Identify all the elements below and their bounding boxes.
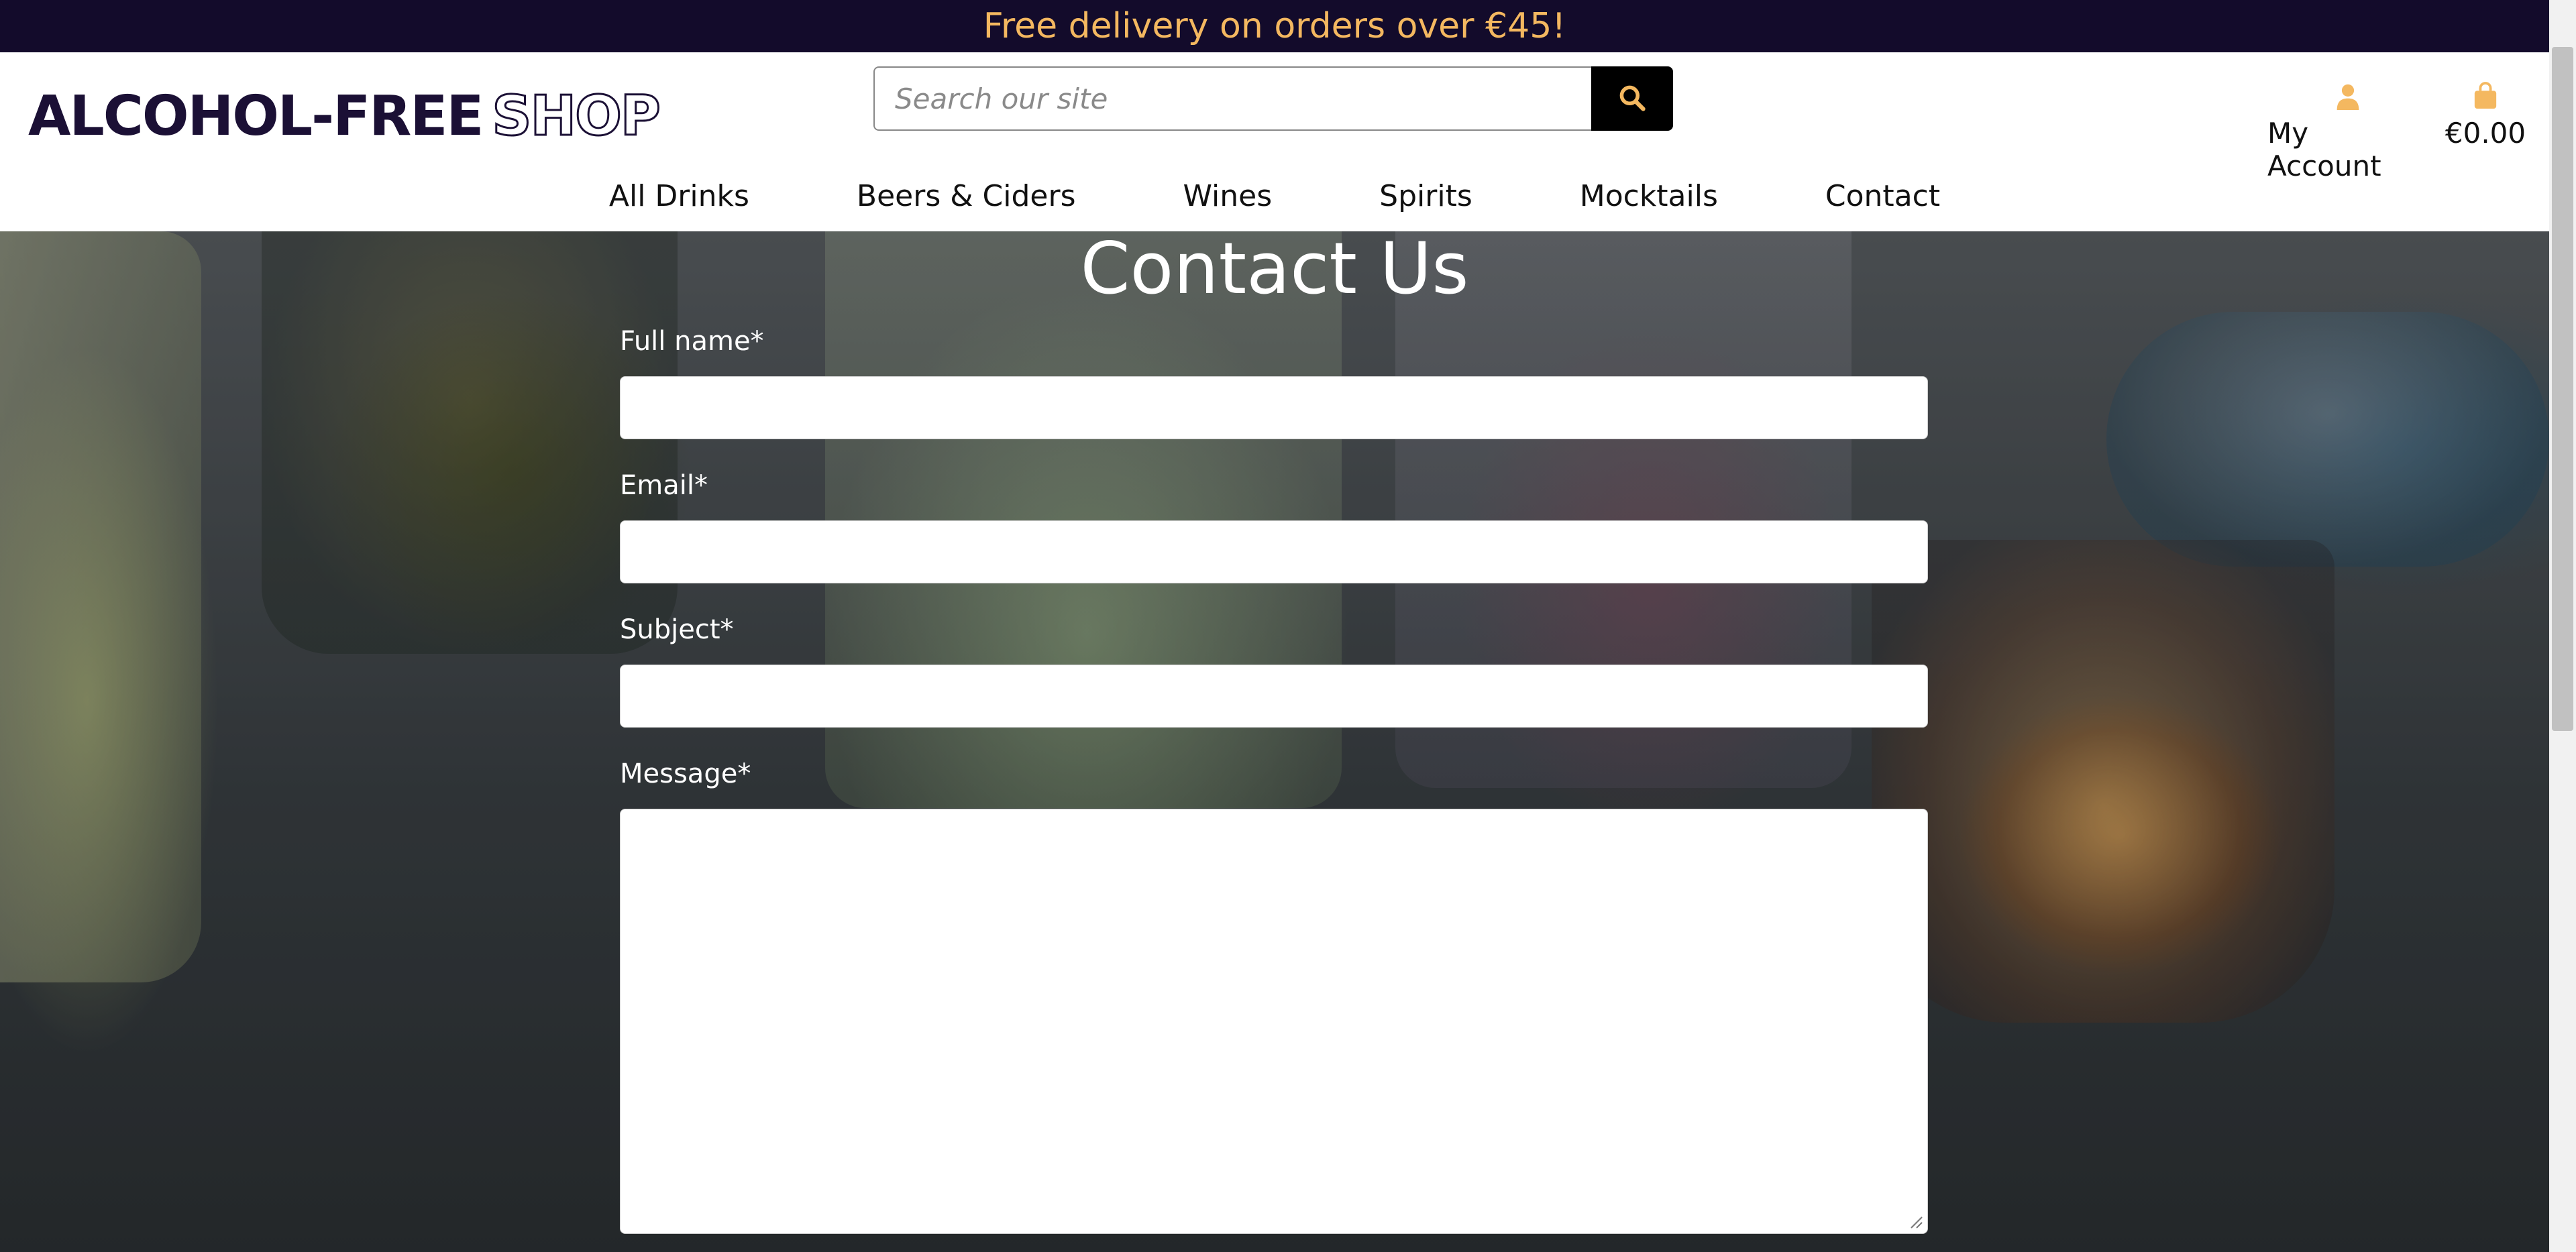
nav-item-beers-ciders[interactable]: Beers & Ciders — [857, 179, 1076, 213]
background-candle — [1872, 540, 2334, 1023]
full-name-field[interactable] — [620, 376, 1928, 439]
site-header: ALCOHOL-FREE SHOP My Account — [0, 52, 2549, 231]
nav-item-all-drinks[interactable]: All Drinks — [609, 179, 749, 213]
cart-link[interactable]: €0.00 — [2442, 76, 2529, 150]
main-nav: All Drinks Beers & Ciders Wines Spirits … — [0, 169, 2549, 223]
search-input[interactable] — [873, 66, 1591, 131]
cart-total: €0.00 — [2445, 117, 2526, 150]
shopping-bag-icon — [2473, 76, 2498, 110]
background-ice-bowl — [2106, 312, 2549, 567]
page-scrollbar[interactable] — [2549, 0, 2576, 1252]
page-title: Contact Us — [1080, 227, 1469, 310]
full-name-label: Full name* — [620, 326, 764, 357]
background-glass-left — [0, 231, 201, 982]
delivery-banner: Free delivery on orders over €45! — [0, 0, 2549, 52]
message-field[interactable] — [620, 809, 1928, 1234]
logo-text-solid: ALCOHOL-FREE — [28, 84, 484, 148]
resize-grip-icon[interactable] — [1907, 1213, 1923, 1229]
user-icon — [2335, 76, 2361, 110]
search-icon — [1617, 83, 1647, 115]
email-field[interactable] — [620, 520, 1928, 583]
scrollbar-thumb[interactable] — [2552, 47, 2573, 731]
my-account-link[interactable]: My Account — [2267, 76, 2428, 182]
logo-text-outline: SHOP — [491, 83, 661, 149]
site-logo[interactable]: ALCOHOL-FREE SHOP — [28, 79, 661, 153]
search-form — [873, 66, 1673, 131]
nav-item-spirits[interactable]: Spirits — [1379, 179, 1472, 213]
email-label: Email* — [620, 470, 708, 501]
subject-field[interactable] — [620, 665, 1928, 728]
nav-item-wines[interactable]: Wines — [1183, 179, 1273, 213]
nav-item-contact[interactable]: Contact — [1825, 179, 1940, 213]
delivery-banner-text: Free delivery on orders over €45! — [983, 6, 1566, 46]
nav-item-mocktails[interactable]: Mocktails — [1580, 179, 1718, 213]
search-button[interactable] — [1591, 66, 1673, 131]
message-label: Message* — [620, 758, 751, 789]
subject-label: Subject* — [620, 614, 734, 645]
